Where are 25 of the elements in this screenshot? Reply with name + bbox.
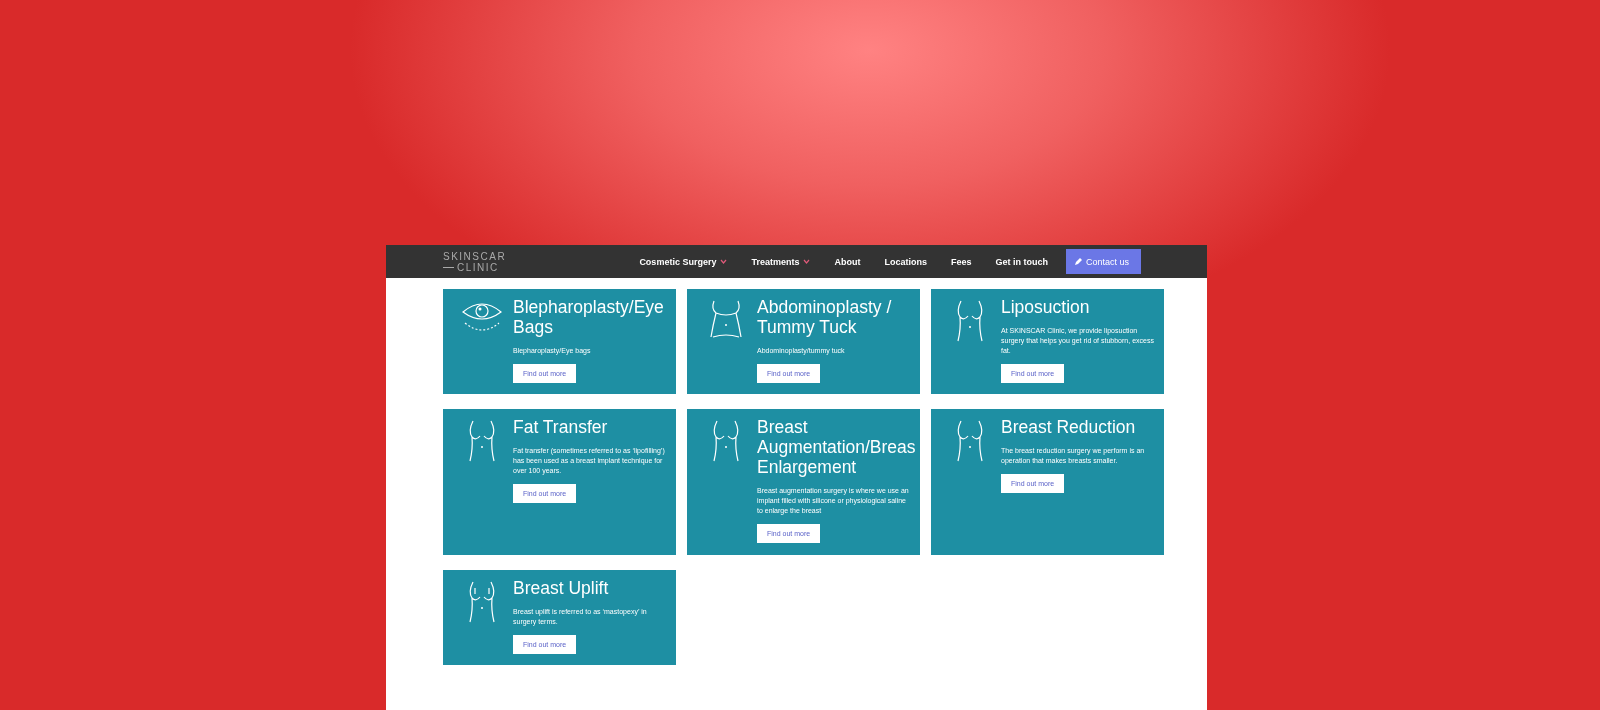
pencil-icon [1073,257,1083,266]
nav-link[interactable]: Locations [884,256,927,267]
chevron-icon [803,259,811,264]
torso-icon [709,299,743,341]
card-title: Breast Reduction [1001,417,1137,437]
nav-link[interactable]: Cosmetic Surgery [639,256,728,267]
contact-button[interactable]: Contact us [1065,249,1141,274]
nav-link[interactable]: Fees [950,256,972,267]
logo[interactable]: SKINSCAR CLINIC [443,250,507,273]
torso-icon [467,580,497,624]
card-title: Breast Augmentation/Breas Enlargement [757,417,917,477]
card-title: Breast Uplift [513,578,610,598]
nav-link[interactable]: Get in touch [995,256,1048,267]
chevron-icon [720,259,728,264]
card-title: Abdominoplasty / Tummy Tuck [757,297,893,337]
card-title: Blepharoplasty/Eye Bags [513,297,665,337]
card-title: Liposuction [1001,297,1091,317]
torso-icon [467,419,497,463]
nav-link[interactable]: About [834,256,861,267]
nav-link[interactable]: Treatments [751,256,811,267]
torso-icon [955,419,985,463]
dash-icon [443,265,454,269]
torso-icon [711,419,741,463]
card-title: Fat Transfer [513,417,609,437]
torso-icon [955,299,985,343]
